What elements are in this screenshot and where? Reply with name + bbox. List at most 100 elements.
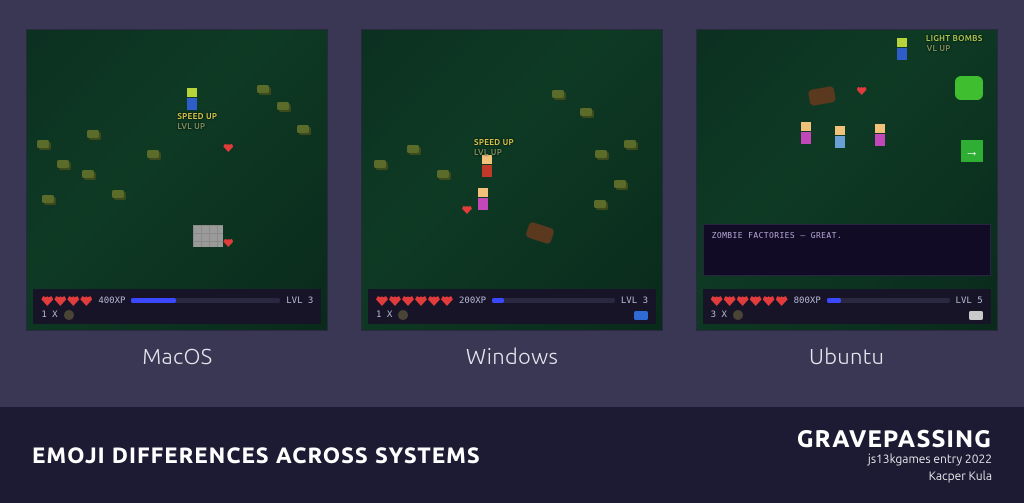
hud-row-stats: 200XP LVL 3 (376, 295, 648, 306)
arrow-tile-icon: → (961, 140, 983, 162)
grass-speck (580, 108, 592, 116)
grass-speck (147, 150, 159, 158)
xp-bar-fill (492, 298, 504, 303)
character-sprite (897, 38, 909, 60)
col-windows: SPEED UP LVL UP 200XP LVL 3 (362, 30, 662, 369)
coffin-sprite (807, 86, 835, 106)
grass-speck (437, 170, 449, 178)
grass-speck (87, 130, 99, 138)
grass-speck (42, 195, 54, 203)
bomb-icon (733, 310, 743, 320)
brand-sub2: Kacper Kula (797, 469, 992, 485)
hearts (376, 295, 453, 306)
grass-speck (407, 145, 419, 153)
heart-pickup (223, 238, 233, 247)
footer-right: GRAVEPASSING js13kgames entry 2022 Kacpe… (797, 425, 992, 484)
hud-row-inventory: 1 X (41, 310, 313, 320)
grass-speck (552, 90, 564, 98)
xp-bar (492, 298, 615, 303)
caption-ubuntu: Ubuntu (809, 344, 884, 369)
hud-row-stats: 400XP LVL 3 (41, 295, 313, 306)
character-sprite (482, 155, 494, 177)
col-macos: SPEED UP LVL UP 400XP LVL 3 1 X (27, 30, 327, 369)
hud: 800XP LVL 5 3 X (703, 289, 991, 324)
character-sprite (875, 124, 887, 146)
dialog-text: ZOMBIE FACTORIES – GREAT. (712, 231, 982, 240)
grass-speck (297, 125, 309, 133)
hud: 200XP LVL 3 1 X (368, 289, 656, 324)
xp-bar (131, 298, 280, 303)
xp-label: 200XP (459, 296, 486, 306)
grass-speck (82, 170, 94, 178)
heart-icon (441, 295, 453, 306)
character-sprite (835, 126, 847, 148)
hud-row-inventory: 1 X (376, 310, 648, 320)
inventory-count: 1 X (41, 310, 57, 320)
grass-speck (614, 180, 626, 188)
heart-icon (428, 295, 440, 306)
coffin-sprite (525, 221, 555, 244)
caption-windows: Windows (466, 344, 558, 369)
comparison-stage: SPEED UP LVL UP 400XP LVL 3 1 X (0, 0, 1024, 407)
xp-bar-fill (827, 298, 842, 303)
heart-icon (415, 295, 427, 306)
heart-icon (776, 295, 788, 306)
xp-bar-fill (131, 298, 176, 303)
grass-speck (57, 160, 69, 168)
character-sprite (187, 88, 199, 110)
xp-label: 400XP (98, 296, 125, 306)
bomb-icon (398, 310, 408, 320)
heart-pickup (223, 143, 233, 152)
xp-label: 800XP (794, 296, 821, 306)
heart-pickup (462, 205, 472, 214)
popup-lvl-up: LVL UP (177, 122, 205, 131)
slide-title: Emoji Differences Across Systems (32, 443, 481, 468)
grass-speck (594, 200, 606, 208)
popup-lvl-up: LVL UP (474, 148, 502, 157)
dialog-box: ZOMBIE FACTORIES – GREAT. (703, 224, 991, 276)
screenshot-windows: SPEED UP LVL UP 200XP LVL 3 (362, 30, 662, 330)
popup-speed-up: SPEED UP (474, 138, 514, 147)
level-label: LVL 5 (956, 296, 983, 306)
inventory-count: 3 X (711, 310, 727, 320)
caption-macos: MacOS (142, 344, 212, 369)
col-ubuntu: LIGHT BOMBS VL UP → ZOMBIE FACTORIES – G… (697, 30, 997, 369)
level-label: LVL 3 (621, 296, 648, 306)
character-sprite (801, 122, 813, 144)
key-hint-icon (634, 311, 648, 320)
popup-vl-up: VL UP (927, 44, 951, 53)
grass-speck (112, 190, 124, 198)
heart-pickup (857, 86, 867, 95)
character-sprite (478, 188, 490, 210)
heart-icon (389, 295, 401, 306)
hearts (41, 295, 92, 306)
level-label: LVL 3 (286, 296, 313, 306)
screenshot-ubuntu: LIGHT BOMBS VL UP → ZOMBIE FACTORIES – G… (697, 30, 997, 330)
grass-speck (374, 160, 386, 168)
hearts (711, 295, 788, 306)
popup-light-bombs: LIGHT BOMBS (926, 34, 983, 43)
grass-speck (277, 102, 289, 110)
heart-icon (41, 295, 53, 306)
inventory-count: 1 X (376, 310, 392, 320)
hud: 400XP LVL 3 1 X (33, 289, 321, 324)
heart-icon (711, 295, 723, 306)
heart-icon (763, 295, 775, 306)
footer-bar: Emoji Differences Across Systems GRAVEPA… (0, 407, 1024, 503)
screenshot-macos: SPEED UP LVL UP 400XP LVL 3 1 X (27, 30, 327, 330)
grass-speck (257, 85, 269, 93)
hud-row-stats: 800XP LVL 5 (711, 295, 983, 306)
heart-icon (750, 295, 762, 306)
heart-icon (724, 295, 736, 306)
popup-speed-up: SPEED UP (177, 112, 217, 121)
grass-speck (595, 150, 607, 158)
heart-icon (80, 295, 92, 306)
bomb-icon (64, 310, 74, 320)
heart-icon (67, 295, 79, 306)
heart-icon (54, 295, 66, 306)
brand-name: GRAVEPASSING (797, 425, 992, 452)
heart-icon (402, 295, 414, 306)
key-hint-icon (969, 311, 983, 320)
heart-icon (376, 295, 388, 306)
grass-speck (624, 140, 636, 148)
